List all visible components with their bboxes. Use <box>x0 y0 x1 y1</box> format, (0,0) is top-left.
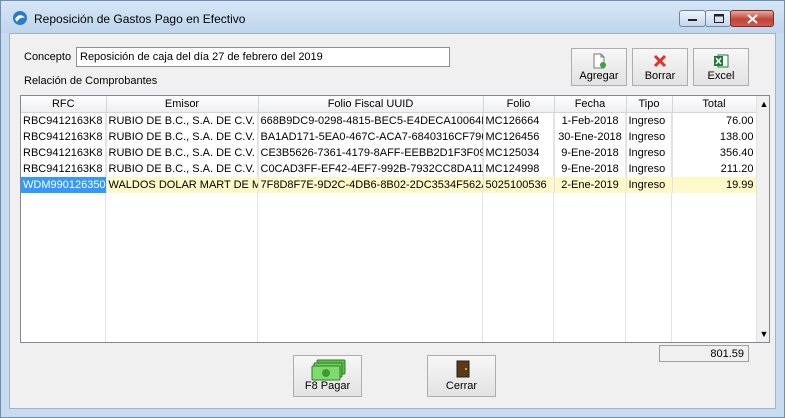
title-bar[interactable]: Reposición de Gastos Pago en Efectivo <box>1 1 784 33</box>
cell-uuid: BA1AD171-5EA0-467C-ACA7-6840316CF796 <box>258 129 484 145</box>
cerrar-button[interactable]: Cerrar <box>427 355 496 397</box>
cell-folio: MC126664 <box>483 112 555 129</box>
pagar-button[interactable]: F8 Pagar <box>293 355 362 397</box>
cell-uuid: CE3B5626-7361-4179-8AFF-EEBB2D1F3F09 <box>258 145 484 161</box>
cell-total: 76.00 <box>672 112 757 129</box>
cell-total: 19.99 <box>672 177 757 193</box>
excel-button[interactable]: Excel <box>693 48 749 86</box>
cell-emisor: RUBIO DE B.C., S.A. DE C.V. <box>106 145 259 161</box>
window-title: Reposición de Gastos Pago en Efectivo <box>34 12 246 26</box>
minimize-button[interactable] <box>679 10 706 27</box>
close-icon <box>747 14 758 24</box>
cell-tipo: Ingreso <box>626 145 673 161</box>
cell-uuid: C0CAD3FF-EF42-4EF7-992B-7932CC8DA11B <box>258 161 484 177</box>
cell-emisor: RUBIO DE B.C., S.A. DE C.V. <box>106 161 259 177</box>
cell-tipo: Ingreso <box>626 177 673 193</box>
table-row[interactable]: RBC9412163K8 RUBIO DE B.C., S.A. DE C.V.… <box>21 161 757 177</box>
cell-rfc: RBC9412163K8 <box>21 161 107 177</box>
cell-rfc: WDM990126350 <box>21 177 107 193</box>
comprobantes-table: RFC Emisor Folio Fiscal UUID Folio Fecha… <box>21 96 757 193</box>
column-header-rfc[interactable]: RFC <box>21 96 107 113</box>
table-row[interactable]: RBC9412163K8 RUBIO DE B.C., S.A. DE C.V.… <box>21 145 757 161</box>
cell-rfc: RBC9412163K8 <box>21 145 107 161</box>
cell-tipo: Ingreso <box>626 161 673 177</box>
cell-folio: MC124998 <box>483 161 555 177</box>
cell-emisor: RUBIO DE B.C., S.A. DE C.V. <box>106 112 259 129</box>
borrar-label: Borrar <box>644 70 676 82</box>
cell-tipo: Ingreso <box>626 112 673 129</box>
cell-total: 356.40 <box>672 145 757 161</box>
cell-fecha: 9-Ene-2018 <box>554 145 627 161</box>
table-row[interactable]: RBC9412163K8 RUBIO DE B.C., S.A. DE C.V.… <box>21 129 757 145</box>
dialog-body: Concepto Relación de Comprobantes Agrega… <box>9 33 776 409</box>
cell-folio: MC126456 <box>483 129 555 145</box>
cell-fecha: 2-Ene-2019 <box>554 177 627 193</box>
cell-emisor: WALDOS DOLAR MART DE ME <box>106 177 259 193</box>
borrar-button[interactable]: Borrar <box>632 48 688 86</box>
column-header-uuid[interactable]: Folio Fiscal UUID <box>258 96 484 113</box>
cell-rfc: RBC9412163K8 <box>21 112 107 129</box>
delete-x-icon <box>653 54 667 68</box>
agregar-button[interactable]: Agregar <box>571 48 627 86</box>
vertical-scrollbar[interactable]: ▲ ▼ <box>756 96 769 342</box>
concepto-label: Concepto <box>24 51 72 63</box>
total-field: 801.59 <box>659 345 749 362</box>
maximize-icon <box>714 14 724 23</box>
column-header-fecha[interactable]: Fecha <box>554 96 627 113</box>
cell-total: 211.20 <box>672 161 757 177</box>
cell-fecha: 9-Ene-2018 <box>554 161 627 177</box>
cell-rfc: RBC9412163K8 <box>21 129 107 145</box>
table-row-selected[interactable]: WDM990126350 WALDOS DOLAR MART DE ME 7F8… <box>21 177 757 193</box>
relacion-label: Relación de Comprobantes <box>24 75 158 87</box>
scroll-down-icon[interactable]: ▼ <box>758 327 769 341</box>
minimize-icon <box>688 19 697 21</box>
app-window: Reposición de Gastos Pago en Efectivo Co… <box>0 0 785 418</box>
new-document-icon <box>593 53 606 69</box>
cell-fecha: 1-Feb-2018 <box>554 112 627 129</box>
cell-fecha: 30-Ene-2018 <box>554 129 627 145</box>
close-button[interactable] <box>730 10 774 27</box>
excel-label: Excel <box>707 70 735 82</box>
concepto-input[interactable] <box>76 47 450 67</box>
cell-uuid: 668B9DC9-0298-4815-BEC5-E4DECA10064B <box>258 112 484 129</box>
column-header-tipo[interactable]: Tipo <box>626 96 673 113</box>
app-icon <box>13 11 27 25</box>
cell-uuid: 7F8D8F7E-9D2C-4DB6-8B02-2DC3534F562A <box>258 177 484 193</box>
maximize-button[interactable] <box>705 10 731 27</box>
cell-tipo: Ingreso <box>626 129 673 145</box>
cell-folio: 5025100536 <box>483 177 555 193</box>
door-icon <box>456 360 470 378</box>
table-row[interactable]: RBC9412163K8 RUBIO DE B.C., S.A. DE C.V.… <box>21 112 757 129</box>
cell-folio: MC125034 <box>483 145 555 161</box>
cell-total: 138.00 <box>672 129 757 145</box>
table-header: RFC Emisor Folio Fiscal UUID Folio Fecha… <box>21 96 757 113</box>
scroll-up-icon[interactable]: ▲ <box>758 97 769 111</box>
pagar-label: F8 Pagar <box>304 380 351 392</box>
column-header-folio[interactable]: Folio <box>483 96 555 113</box>
column-header-emisor[interactable]: Emisor <box>106 96 259 113</box>
comprobantes-grid[interactable]: RFC Emisor Folio Fiscal UUID Folio Fecha… <box>20 95 770 343</box>
agregar-label: Agregar <box>579 70 619 82</box>
cerrar-label: Cerrar <box>445 380 478 392</box>
excel-icon <box>714 54 729 68</box>
cell-emisor: RUBIO DE B.C., S.A. DE C.V. <box>106 129 259 145</box>
column-header-total[interactable]: Total <box>672 96 757 113</box>
cash-icon <box>311 359 346 381</box>
